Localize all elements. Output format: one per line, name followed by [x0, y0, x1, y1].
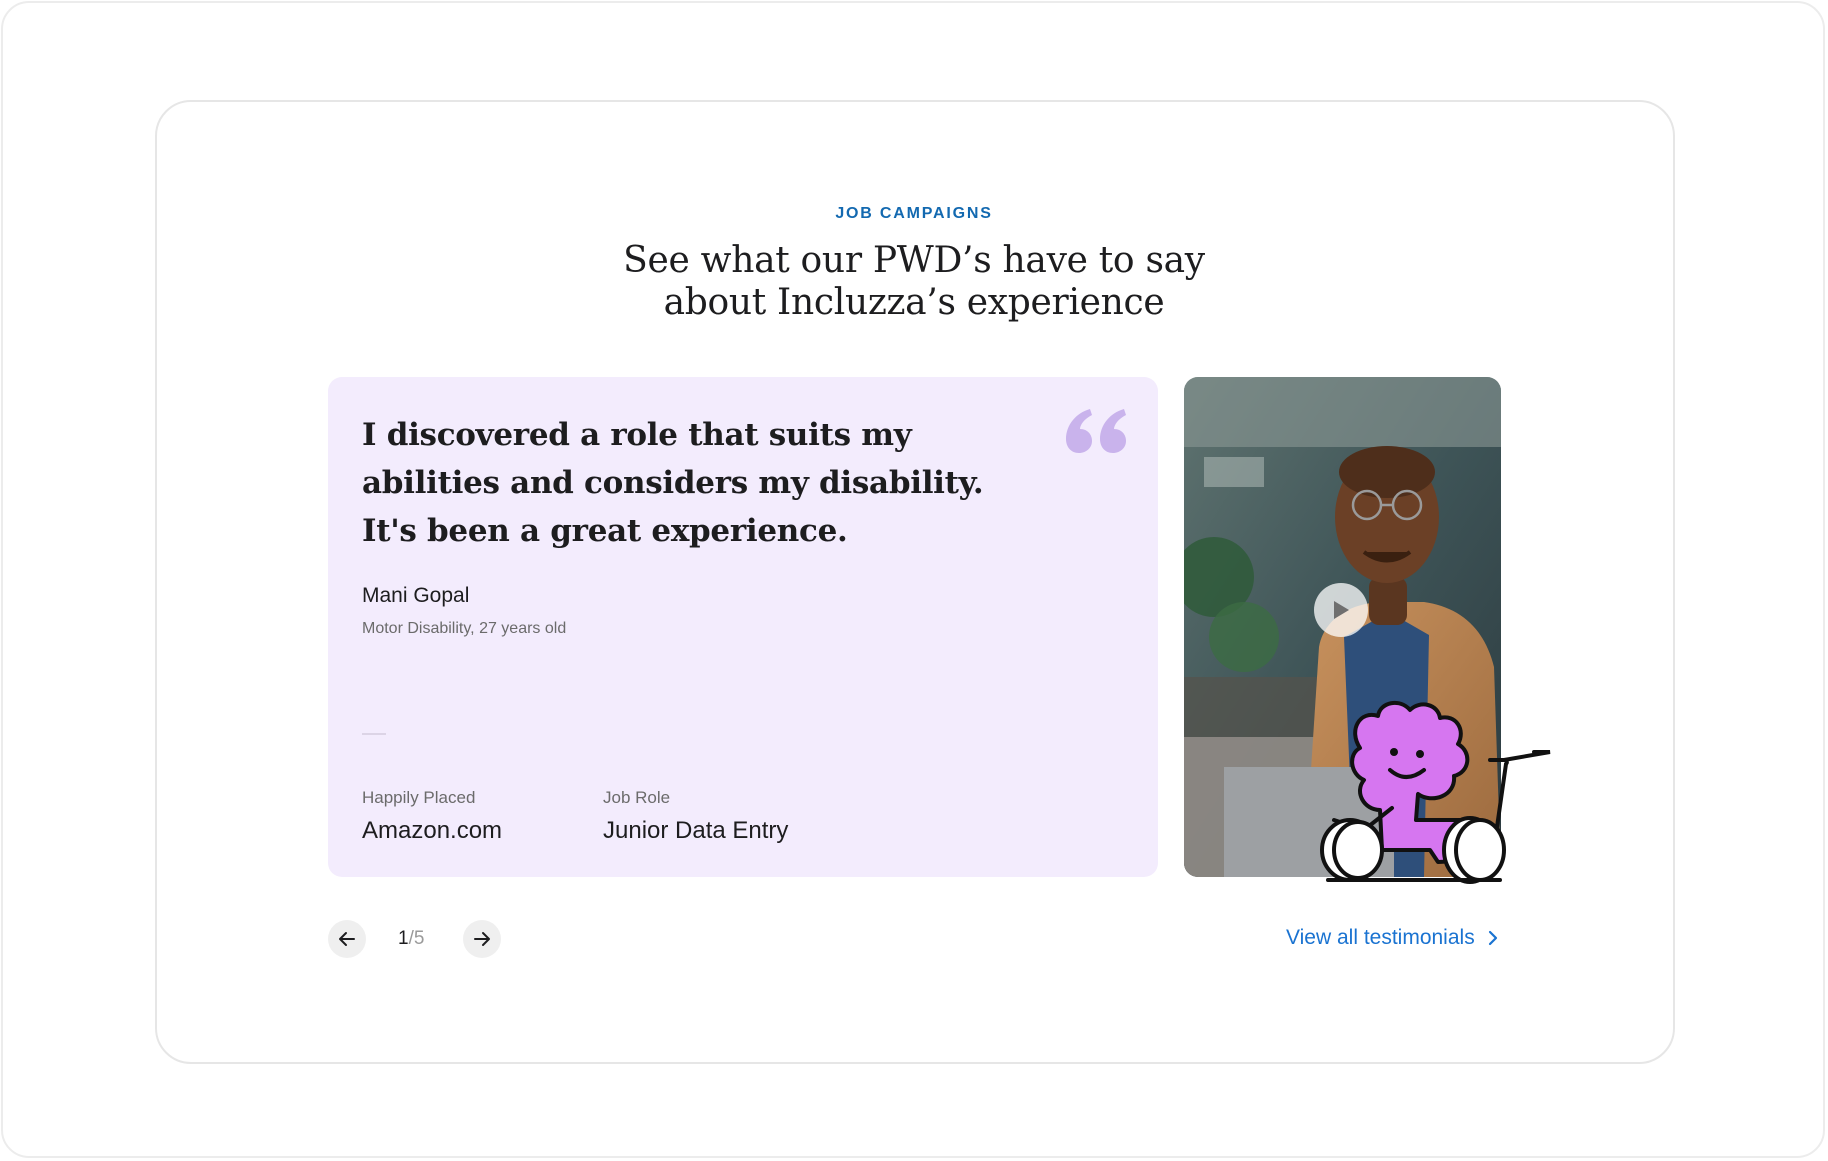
- pager-current: 1: [398, 928, 409, 949]
- mascot-illustration: [1320, 700, 1551, 884]
- testimonial-author-name: Mani Gopal: [362, 584, 470, 607]
- heading-line-1: See what our PWD’s have to say: [623, 240, 1205, 281]
- view-all-testimonials-link[interactable]: View all testimonials: [1286, 926, 1499, 950]
- pager-count: 1/5: [398, 928, 424, 950]
- quote-line: It's been a great experience.: [362, 513, 848, 549]
- heading-line-2: about Incluzza’s experience: [663, 282, 1165, 323]
- play-button[interactable]: [1314, 583, 1368, 637]
- pager-total: 5: [413, 928, 425, 949]
- testimonial-author-meta: Motor Disability, 27 years old: [362, 620, 567, 637]
- section-eyebrow: JOB CAMPAIGNS: [835, 205, 993, 222]
- quote-line: abilities and considers my disability.: [362, 465, 984, 501]
- chevron-right-icon: [1488, 930, 1497, 946]
- testimonial-quote: I discovered a role that suits my abilit…: [362, 411, 1022, 555]
- quote-mark-icon: [1066, 409, 1126, 453]
- arrow-left-icon: [339, 932, 355, 946]
- view-all-label: View all testimonials: [1286, 926, 1475, 949]
- placed-value: Amazon.com: [362, 817, 503, 844]
- section-heading: See what our PWD’s have to say about Inc…: [0, 240, 1828, 324]
- quote-line: I discovered a role that suits my: [362, 417, 912, 453]
- placed-label: Happily Placed: [362, 788, 476, 807]
- testimonial-card: I discovered a role that suits my abilit…: [328, 377, 1158, 877]
- job-role-label: Job Role: [603, 788, 671, 807]
- play-icon: [1334, 601, 1349, 619]
- previous-button[interactable]: [328, 920, 366, 958]
- arrow-right-icon: [474, 932, 490, 946]
- job-role-value: Junior Data Entry: [603, 817, 789, 844]
- divider: [362, 733, 386, 735]
- next-button[interactable]: [463, 920, 501, 958]
